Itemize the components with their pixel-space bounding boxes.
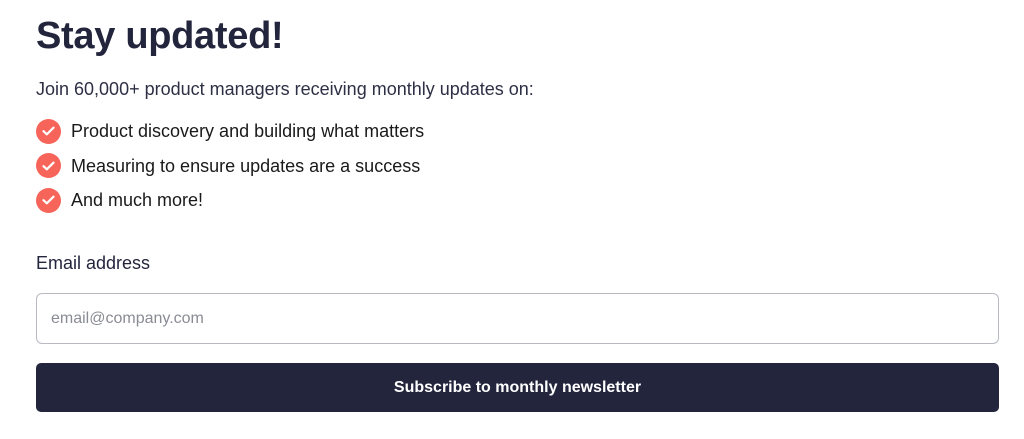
check-circle-icon: [36, 153, 61, 178]
feature-text: Measuring to ensure updates are a succes…: [71, 155, 421, 176]
feature-item: Measuring to ensure updates are a succes…: [36, 153, 424, 179]
feature-item: Product discovery and building what matt…: [36, 118, 424, 144]
check-circle-icon: [36, 118, 61, 144]
subtitle: Join 60,000+ product managers receiving …: [36, 79, 534, 99]
feature-item: And much more!: [36, 187, 424, 213]
feature-text: And much more!: [71, 190, 204, 210]
feature-list: Product discovery and building what matt…: [36, 118, 424, 222]
email-field[interactable]: [36, 293, 999, 344]
subscribe-button[interactable]: Subscribe to monthly newsletter: [36, 363, 999, 412]
feature-text: Product discovery and building what matt…: [71, 121, 425, 141]
page-title: Stay updated!: [36, 15, 284, 57]
email-label: Email address: [36, 253, 151, 273]
check-circle-icon: [36, 187, 61, 213]
